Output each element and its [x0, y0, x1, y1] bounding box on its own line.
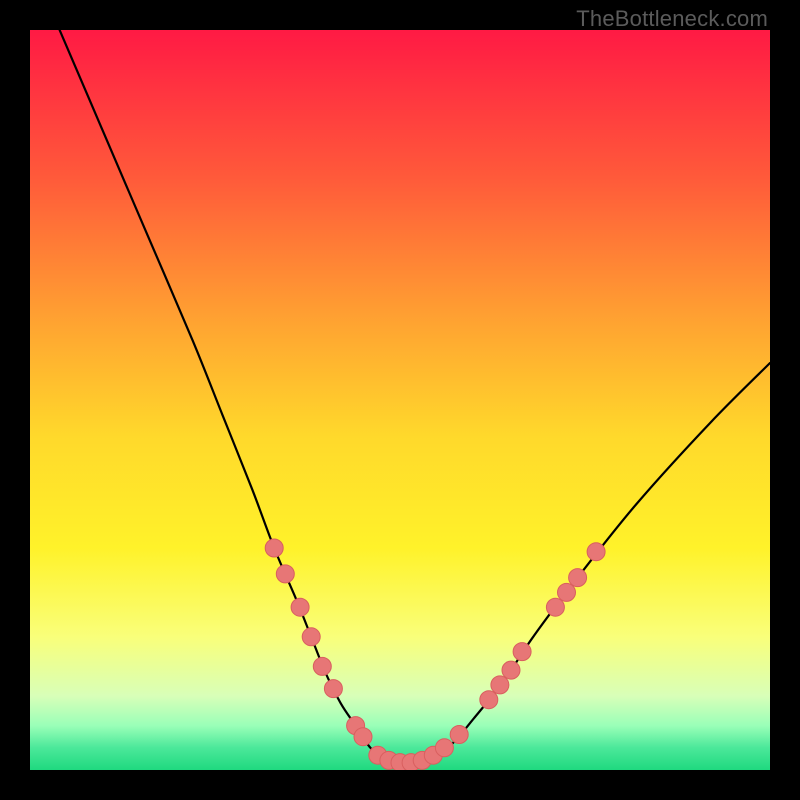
curve-marker	[587, 543, 605, 561]
curve-marker	[276, 565, 294, 583]
gradient-background	[30, 30, 770, 770]
curve-marker	[502, 661, 520, 679]
curve-marker	[324, 680, 342, 698]
chart-container: TheBottleneck.com	[0, 0, 800, 800]
curve-marker	[569, 569, 587, 587]
curve-marker	[480, 691, 498, 709]
curve-marker	[265, 539, 283, 557]
curve-marker	[302, 628, 320, 646]
curve-marker	[291, 598, 309, 616]
plot-area	[30, 30, 770, 770]
curve-marker	[513, 643, 531, 661]
curve-marker	[313, 657, 331, 675]
curve-marker	[450, 725, 468, 743]
watermark-text: TheBottleneck.com	[576, 6, 768, 32]
curve-marker	[354, 728, 372, 746]
curve-marker	[435, 739, 453, 757]
curve-marker	[546, 598, 564, 616]
curve-marker	[558, 583, 576, 601]
bottleneck-chart-svg	[30, 30, 770, 770]
curve-marker	[491, 676, 509, 694]
